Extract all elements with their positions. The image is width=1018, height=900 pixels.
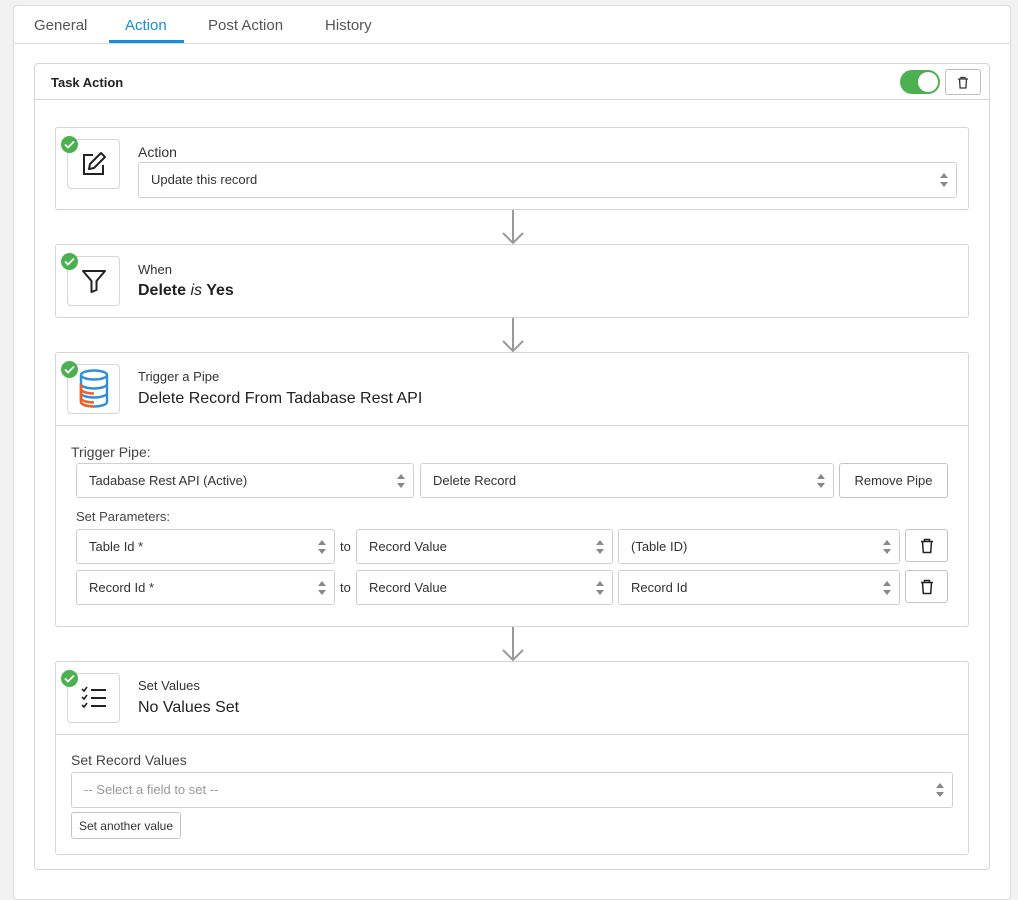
- param-value-select[interactable]: (Table ID): [618, 529, 900, 564]
- param-value-select[interactable]: Record Id: [618, 570, 900, 605]
- delete-param-button[interactable]: [905, 570, 948, 603]
- delete-action-button[interactable]: [945, 69, 981, 95]
- condition-field: Delete: [138, 282, 187, 299]
- action-select[interactable]: Update this record: [138, 162, 957, 198]
- action-label: Action: [138, 144, 177, 160]
- to-label: to: [340, 580, 351, 595]
- arrow-down-icon: [501, 318, 525, 353]
- action-select-value: Update this record: [151, 172, 258, 187]
- trigger-pipe-label: Trigger Pipe:: [71, 444, 151, 460]
- select-arrows-icon: [817, 474, 825, 488]
- action-step: Action Update this record: [55, 127, 969, 210]
- select-arrows-icon: [397, 474, 405, 488]
- condition-value: Yes: [206, 282, 234, 299]
- pipe-call-select[interactable]: Delete Record: [420, 463, 834, 498]
- param-source-value: Record Value: [369, 580, 447, 595]
- set-values-label: Set Values: [138, 678, 200, 693]
- field-select-placeholder: -- Select a field to set --: [84, 782, 219, 797]
- param-name-value: Table Id *: [89, 539, 144, 554]
- set-record-values-label: Set Record Values: [71, 752, 187, 768]
- enable-toggle[interactable]: [900, 70, 940, 94]
- param-name-value: Record Id *: [89, 580, 155, 595]
- select-arrows-icon: [940, 173, 948, 187]
- select-arrows-icon: [883, 581, 891, 595]
- check-icon: [61, 670, 78, 687]
- card-header: Task Action: [35, 64, 989, 100]
- trash-icon: [958, 76, 968, 89]
- pipe-select[interactable]: Tadabase Rest API (Active): [76, 463, 414, 498]
- trash-icon: [920, 538, 933, 553]
- param-value-value: (Table ID): [631, 539, 688, 554]
- pipe-select-value: Tadabase Rest API (Active): [89, 473, 248, 488]
- task-panel: General Action Post Action History Task …: [13, 5, 1011, 900]
- tab-bar: General Action Post Action History: [14, 6, 1010, 44]
- pipe-label: Trigger a Pipe: [138, 369, 220, 384]
- param-source-select[interactable]: Record Value: [356, 529, 613, 564]
- check-icon: [61, 361, 78, 378]
- toggle-knob: [918, 72, 938, 92]
- condition-operator: is: [190, 282, 203, 299]
- tab-action[interactable]: Action: [125, 17, 167, 34]
- delete-param-button[interactable]: [905, 529, 948, 562]
- select-arrows-icon: [318, 540, 326, 554]
- tab-history[interactable]: History: [325, 17, 372, 34]
- task-action-card: Task Action Action Update this record Wh…: [34, 63, 990, 870]
- select-arrows-icon: [596, 581, 604, 595]
- param-name-select[interactable]: Record Id *: [76, 570, 335, 605]
- pipe-call-value: Delete Record: [433, 473, 517, 488]
- to-label: to: [340, 539, 351, 554]
- when-label: When: [138, 262, 172, 277]
- param-name-select[interactable]: Table Id *: [76, 529, 335, 564]
- select-arrows-icon: [596, 540, 604, 554]
- check-icon: [61, 253, 78, 270]
- card-title: Task Action: [51, 75, 124, 90]
- param-value-value: Record Id: [631, 580, 688, 595]
- set-another-value-button[interactable]: Set another value: [71, 812, 181, 839]
- select-arrows-icon: [883, 540, 891, 554]
- set-values-step: Set Values No Values Set Set Record Valu…: [55, 661, 969, 855]
- set-parameters-label: Set Parameters:: [76, 509, 170, 524]
- divider: [56, 425, 968, 426]
- when-condition: Delete is Yes: [138, 282, 234, 300]
- active-tab-indicator: [109, 40, 184, 43]
- arrow-down-icon: [501, 210, 525, 245]
- pipe-summary: Delete Record From Tadabase Rest API: [138, 390, 423, 407]
- arrow-down-icon: [501, 627, 525, 662]
- param-source-value: Record Value: [369, 539, 447, 554]
- remove-pipe-button[interactable]: Remove Pipe: [839, 463, 948, 498]
- select-arrows-icon: [936, 783, 944, 797]
- trash-icon: [920, 579, 933, 594]
- tab-general[interactable]: General: [34, 17, 87, 34]
- when-step: When Delete is Yes: [55, 244, 969, 318]
- field-select[interactable]: -- Select a field to set --: [71, 772, 953, 808]
- set-values-summary: No Values Set: [138, 699, 240, 716]
- check-icon: [61, 136, 78, 153]
- pipe-step: Trigger a Pipe Delete Record From Tadaba…: [55, 352, 969, 627]
- divider: [56, 734, 968, 735]
- select-arrows-icon: [318, 581, 326, 595]
- tab-post-action[interactable]: Post Action: [208, 17, 283, 34]
- param-source-select[interactable]: Record Value: [356, 570, 613, 605]
